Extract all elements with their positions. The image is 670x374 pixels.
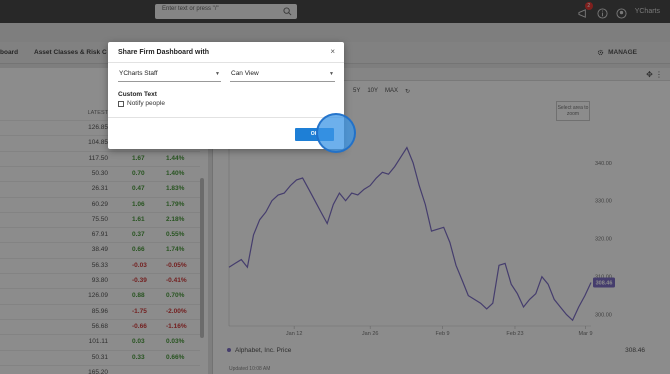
dialog-divider — [108, 62, 344, 63]
permission-select[interactable]: Can View ▼ — [230, 69, 335, 82]
share-dashboard-dialog: Share Firm Dashboard with × YCharts Staf… — [108, 42, 344, 149]
dialog-divider-bottom — [108, 117, 344, 118]
chevron-down-icon: ▼ — [329, 71, 334, 77]
permission-value: Can View — [231, 70, 259, 77]
notify-label[interactable]: Notify people — [127, 100, 165, 107]
chevron-down-icon: ▼ — [215, 71, 220, 77]
share-group-value: YCharts Staff — [119, 70, 158, 77]
share-group-select[interactable]: YCharts Staff ▼ — [118, 69, 221, 82]
notify-checkbox[interactable] — [118, 101, 124, 107]
dialog-title: Share Firm Dashboard with — [118, 49, 210, 56]
click-indicator — [316, 113, 356, 153]
custom-text-label: Custom Text — [118, 91, 157, 98]
close-icon[interactable]: × — [330, 47, 335, 56]
